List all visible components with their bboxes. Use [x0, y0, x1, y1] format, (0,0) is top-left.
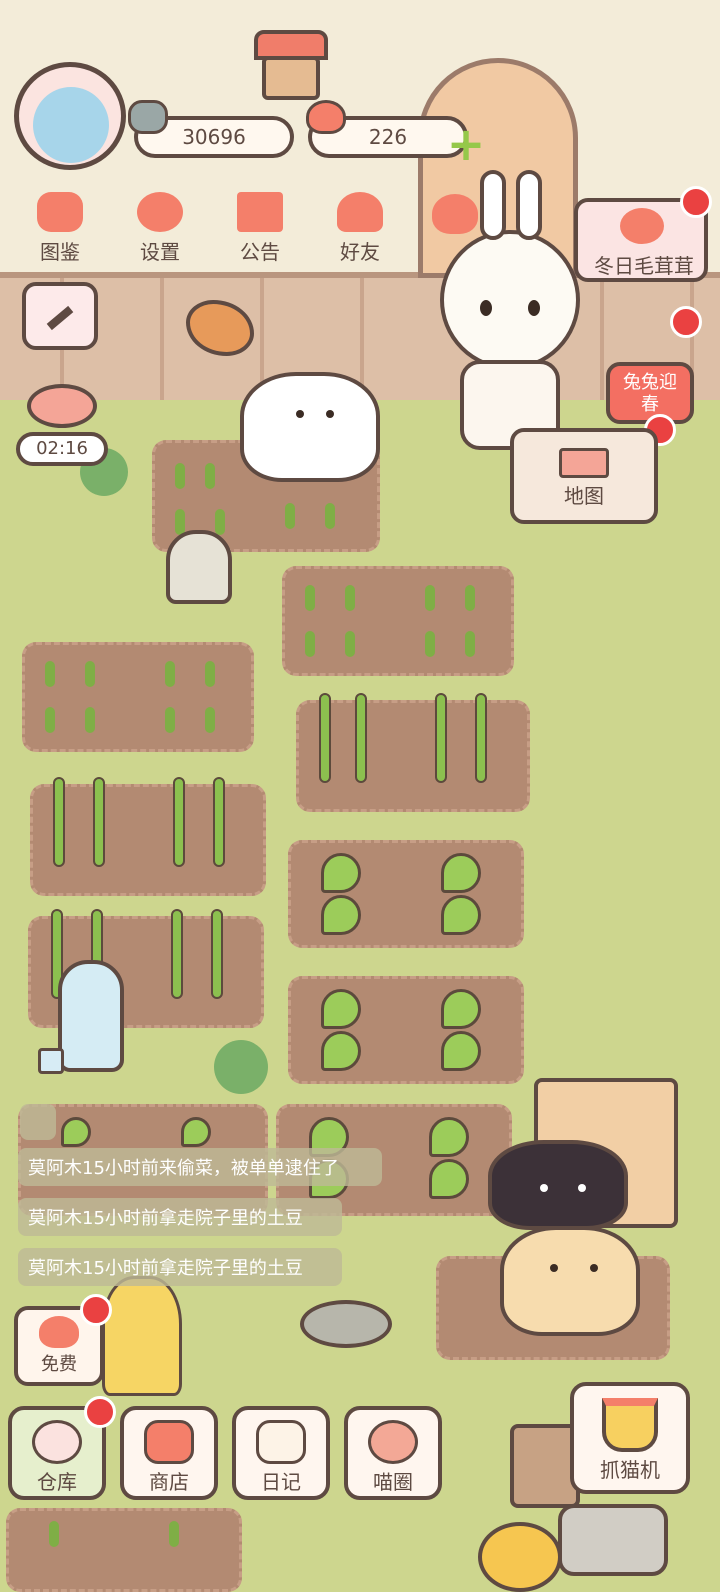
activity-message: 莫阿木15小时前拿走院子里的土豆 [18, 1198, 342, 1236]
cat-circle-button[interactable]: 喵圈 [344, 1406, 442, 1500]
message-text: 莫阿木15小时前拿走院子里的土豆 [28, 1208, 303, 1229]
heart-currency-icon [306, 100, 346, 134]
stepping-stone [300, 1300, 392, 1348]
bottom-label: 喵圈 [373, 1470, 413, 1494]
shop-button[interactable]: 商店 [120, 1406, 218, 1500]
diary-button[interactable]: 日记 [232, 1406, 330, 1500]
winter-event-label: 冬日毛茸茸 [594, 254, 694, 278]
warehouse-icon [32, 1420, 82, 1464]
heart-icon [39, 1316, 79, 1348]
claw-icon [602, 1398, 658, 1452]
rabbit-event-label: 兔兔迎春 [623, 372, 677, 415]
fence-map-icon [559, 448, 609, 478]
sunflower-pet[interactable] [478, 1522, 562, 1592]
farm-plot[interactable] [30, 777, 266, 896]
fish-coin-icon [128, 100, 168, 134]
notification-badge [680, 186, 712, 218]
player-avatar[interactable] [14, 62, 126, 170]
ice-cube-icon [38, 1048, 64, 1074]
mouse-icon [27, 384, 97, 428]
chat-toggle[interactable] [20, 1104, 56, 1140]
claw-label: 抓猫机 [600, 1458, 660, 1482]
map-signboard[interactable]: 地图 [510, 428, 658, 524]
farm-plot[interactable] [282, 566, 514, 676]
golden-puppy[interactable] [500, 1226, 640, 1336]
stone-lantern[interactable] [166, 530, 232, 604]
notification-badge [84, 1396, 116, 1428]
broken-heart-button[interactable] [420, 186, 490, 256]
farm-plot[interactable] [6, 1508, 242, 1592]
paw-icon [620, 208, 664, 244]
cat-bed[interactable] [558, 1504, 668, 1576]
pencil-icon [46, 305, 74, 331]
menu-settings[interactable]: 设置 [114, 184, 206, 268]
farm-plot[interactable] [288, 976, 524, 1084]
farm-plot[interactable] [22, 642, 254, 752]
free-label: 免费 [41, 1354, 77, 1375]
farm-plot[interactable] [296, 693, 530, 812]
bottom-label: 商店 [149, 1470, 189, 1494]
cat-book-icon [37, 192, 83, 232]
shop-icon [144, 1420, 194, 1464]
cat-planet-icon [368, 1420, 418, 1464]
coin-count: 30696 [182, 125, 246, 149]
bottom-label: 日记 [261, 1470, 301, 1494]
mailbox-icon[interactable] [254, 30, 328, 100]
calendar-button[interactable] [22, 282, 98, 350]
menu-label: 图鉴 [40, 240, 80, 264]
white-puppy[interactable] [240, 372, 380, 482]
add-hearts-button[interactable]: + [446, 121, 486, 167]
clover-icon [214, 1040, 268, 1094]
menu-label: 公告 [240, 240, 280, 264]
parfait-cup[interactable] [58, 960, 124, 1072]
activity-message: 莫阿木15小时前来偷菜，被单单逮住了 [18, 1148, 382, 1186]
notification-badge [80, 1294, 112, 1326]
menu-label: 设置 [140, 240, 180, 264]
bottom-label: 仓库 [37, 1470, 77, 1494]
menu-collection[interactable]: 图鉴 [14, 184, 106, 268]
gift-icon [237, 192, 283, 232]
heart-count: 226 [368, 125, 408, 149]
menu-friends[interactable]: 好友 [314, 184, 406, 268]
claw-machine-button[interactable]: 抓猫机 [570, 1382, 690, 1494]
rabbit-event-button[interactable]: 兔兔迎春 [606, 362, 694, 424]
message-text: 莫阿木15小时前来偷菜，被单单逮住了 [28, 1158, 339, 1179]
menu-label: 好友 [340, 240, 380, 264]
menu-announcement[interactable]: 公告 [214, 184, 306, 268]
notification-badge [670, 306, 702, 338]
gear-icon [137, 192, 183, 232]
friends-icon [337, 192, 383, 232]
broken-heart-icon [432, 194, 478, 234]
message-text: 莫阿木15小时前拿走院子里的土豆 [28, 1258, 303, 1279]
timer-label: 02:16 [16, 432, 108, 466]
diary-icon [256, 1420, 306, 1464]
tulip-pot [102, 1276, 182, 1396]
map-label: 地图 [564, 484, 604, 508]
activity-message: 莫阿木15小时前拿走院子里的土豆 [18, 1248, 342, 1286]
farm-plot[interactable] [288, 840, 524, 948]
mouse-timer[interactable]: 02:16 [16, 384, 108, 468]
chihuahua-pet[interactable] [488, 1140, 628, 1230]
